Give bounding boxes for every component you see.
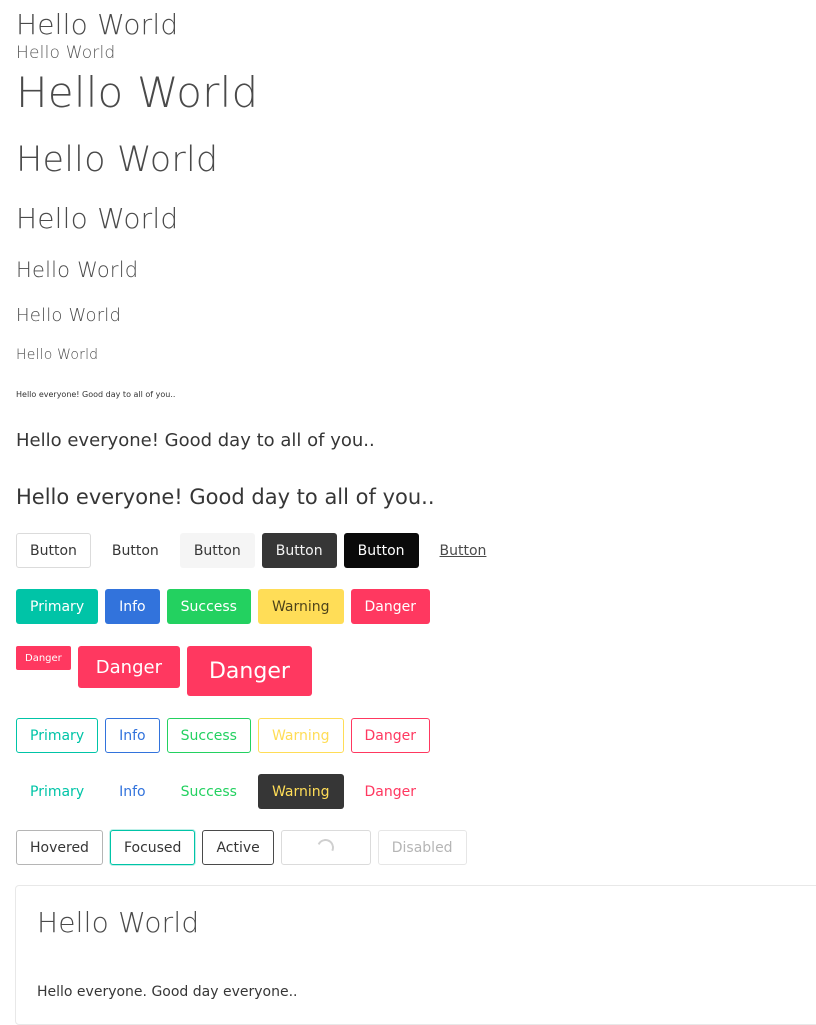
button-danger-medium[interactable]: Danger bbox=[77, 646, 180, 688]
button-light[interactable]: Button bbox=[179, 533, 255, 568]
button-success[interactable]: Success bbox=[166, 589, 251, 624]
button-danger-large[interactable]: Danger bbox=[186, 646, 312, 696]
button-danger-text[interactable]: Danger bbox=[350, 774, 431, 809]
button-info-outlined[interactable]: Info bbox=[105, 718, 160, 753]
button-white[interactable]: Button bbox=[97, 533, 173, 568]
button-default[interactable]: Button bbox=[16, 533, 91, 568]
card-text: Hello everyone. Good day everyone.. bbox=[37, 984, 298, 1000]
heading-2: Hello World bbox=[16, 140, 219, 180]
button-black[interactable]: Button bbox=[343, 533, 419, 568]
paragraph-medium: Hello everyone! Good day to all of you.. bbox=[16, 430, 375, 451]
button-success-text[interactable]: Success bbox=[166, 774, 251, 809]
button-disabled: Disabled bbox=[377, 830, 467, 865]
loading-spinner-icon bbox=[314, 836, 337, 859]
button-primary[interactable]: Primary bbox=[16, 589, 99, 624]
button-loading[interactable] bbox=[280, 830, 371, 865]
button-dark[interactable]: Button bbox=[261, 533, 337, 568]
paragraph-large: Hello everyone! Good day to all of you.. bbox=[16, 485, 435, 509]
button-warning[interactable]: Warning bbox=[257, 589, 344, 624]
button-active[interactable]: Active bbox=[202, 830, 274, 865]
heading-0: Hello World bbox=[16, 8, 179, 41]
heading-3: Hello World bbox=[16, 202, 179, 235]
button-warning-outlined[interactable]: Warning bbox=[257, 718, 344, 753]
button-success-outlined[interactable]: Success bbox=[166, 718, 251, 753]
button-info[interactable]: Info bbox=[105, 589, 160, 624]
card: Hello World Hello everyone. Good day eve… bbox=[15, 885, 816, 1025]
button-danger[interactable]: Danger bbox=[350, 589, 431, 624]
state-buttons-row: Hovered Focused Active Disabled bbox=[16, 830, 467, 865]
button-primary-text[interactable]: Primary bbox=[16, 774, 99, 809]
heading-6: Hello World bbox=[16, 347, 99, 363]
button-link[interactable]: Button bbox=[426, 533, 501, 568]
size-buttons-row: Danger Danger Danger bbox=[16, 646, 312, 696]
button-hovered[interactable]: Hovered bbox=[16, 830, 103, 865]
text-buttons-row: Primary Info Success Warning Danger bbox=[16, 774, 431, 809]
button-danger-outlined[interactable]: Danger bbox=[350, 718, 431, 753]
button-info-text[interactable]: Info bbox=[105, 774, 160, 809]
card-title: Hello World bbox=[37, 906, 200, 939]
button-warning-inverted[interactable]: Warning bbox=[257, 774, 344, 809]
paragraph-tiny: Hello everyone! Good day to all of you.. bbox=[16, 390, 176, 399]
color-buttons-row: Primary Info Success Warning Danger bbox=[16, 589, 431, 624]
heading-4: Hello World bbox=[16, 258, 139, 282]
outlined-buttons-row: Primary Info Success Warning Danger bbox=[16, 718, 431, 753]
heading-small: Hello World bbox=[16, 43, 116, 63]
basic-buttons-row: Button Button Button Button Button Butto… bbox=[16, 533, 500, 568]
button-primary-outlined[interactable]: Primary bbox=[16, 718, 99, 753]
button-focused[interactable]: Focused bbox=[109, 830, 196, 865]
heading-5: Hello World bbox=[16, 305, 122, 326]
button-danger-small[interactable]: Danger bbox=[16, 646, 71, 670]
heading-1: Hello World bbox=[16, 68, 259, 117]
